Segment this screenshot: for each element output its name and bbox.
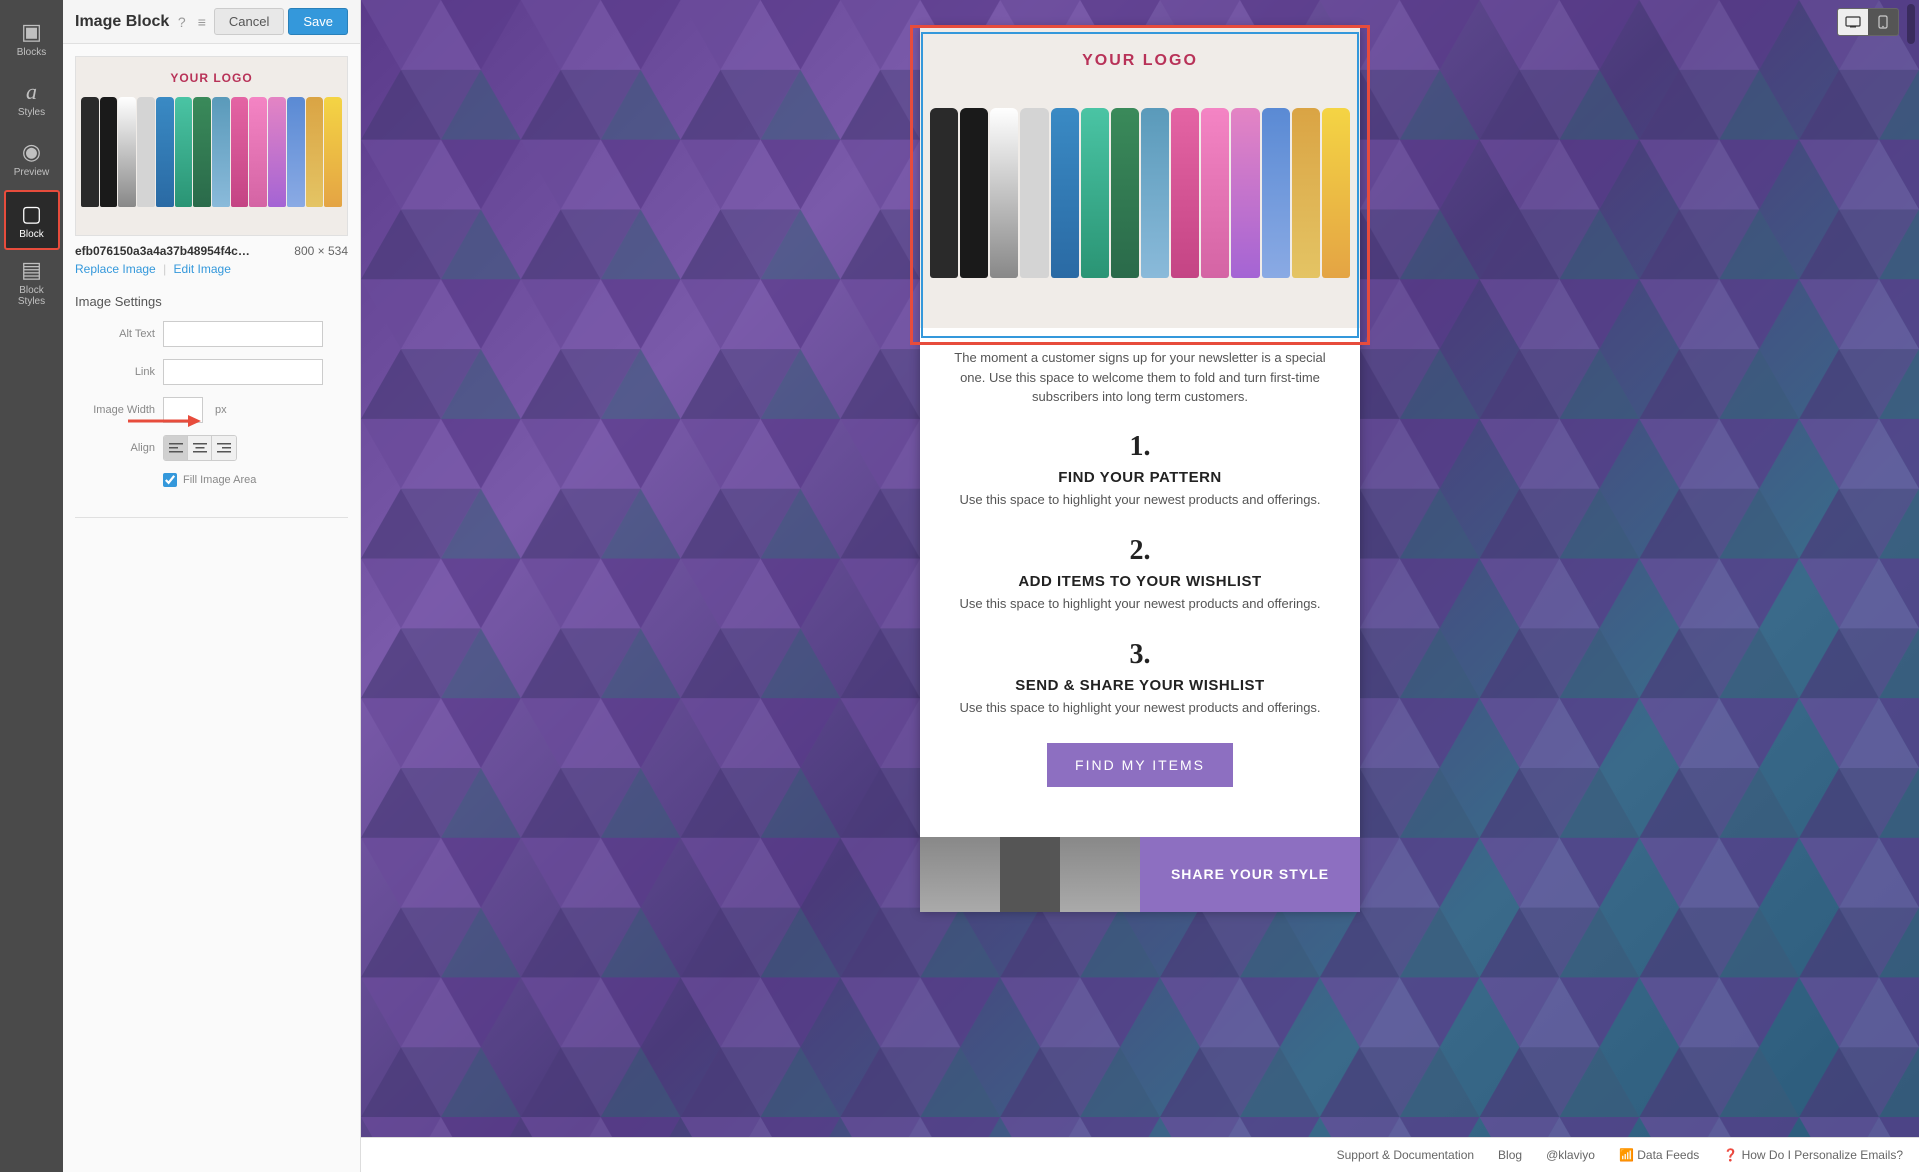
logo-text: YOUR LOGO [1082, 52, 1198, 70]
menu-icon[interactable]: ≡ [194, 14, 210, 30]
twitter-link[interactable]: @klaviyo [1546, 1148, 1595, 1162]
editor-panel: Image Block ? ≡ Cancel Save YOUR LOGO ef… [63, 0, 361, 1172]
preview-image[interactable]: YOUR LOGO [75, 56, 348, 236]
image-dimensions: 800 × 534 [294, 244, 348, 258]
nav-label: Blocks [17, 47, 46, 58]
support-link[interactable]: Support & Documentation [1337, 1148, 1474, 1162]
nav-label: Styles [18, 107, 45, 118]
bottom-section: SHARE YOUR STYLE [920, 837, 1360, 912]
personalize-help-link[interactable]: ❓ How Do I Personalize Emails? [1723, 1148, 1903, 1162]
nav-label: Preview [14, 167, 50, 178]
edit-image-link[interactable]: Edit Image [174, 262, 231, 276]
align-label: Align [75, 442, 155, 454]
email-body: The moment a customer signs up for your … [920, 328, 1360, 817]
align-center-button[interactable] [188, 436, 212, 460]
image-width-input[interactable] [163, 397, 203, 423]
footer-bar: Support & Documentation Blog @klaviyo 📶 … [361, 1137, 1919, 1172]
link-label: Link [75, 366, 155, 378]
help-icon: ❓ [1723, 1148, 1738, 1162]
phone-cases [930, 108, 1350, 278]
desktop-view-button[interactable] [1838, 9, 1868, 35]
bottom-image[interactable] [920, 837, 1140, 912]
device-switcher [1837, 8, 1899, 36]
mobile-view-button[interactable] [1868, 9, 1898, 35]
cta-button[interactable]: FIND MY ITEMS [1047, 743, 1233, 787]
cancel-button[interactable]: Cancel [214, 8, 284, 35]
share-title[interactable]: SHARE YOUR STYLE [1140, 837, 1360, 912]
step-description[interactable]: Use this space to highlight your newest … [940, 492, 1340, 507]
blocks-icon: ▣ [21, 19, 42, 45]
block-icon: ▢ [21, 201, 42, 227]
fill-image-area-label: Fill Image Area [183, 474, 256, 486]
help-icon[interactable]: ? [174, 14, 190, 30]
step-number[interactable]: 3. [940, 639, 1340, 671]
nav-label: Block Styles [18, 285, 45, 307]
nav-preview[interactable]: ◉ Preview [6, 130, 58, 186]
divider [75, 517, 348, 518]
logo-text: YOUR LOGO [170, 71, 252, 85]
phone-cases [81, 97, 342, 207]
nav-label: Block [19, 229, 43, 240]
separator: | [163, 262, 166, 276]
image-id: efb076150a3a4a37b48954f4c6e31bc4 [75, 244, 255, 258]
align-left-button[interactable] [164, 436, 188, 460]
save-button[interactable]: Save [288, 8, 348, 35]
hero-image-block[interactable]: YOUR LOGO [920, 28, 1360, 328]
step-number[interactable]: 2. [940, 535, 1340, 567]
step-title[interactable]: SEND & SHARE YOUR WISHLIST [940, 677, 1340, 694]
image-width-label: Image Width [75, 404, 155, 416]
replace-image-link[interactable]: Replace Image [75, 262, 156, 276]
blog-link[interactable]: Blog [1498, 1148, 1522, 1162]
nav-styles[interactable]: a Styles [6, 70, 58, 126]
canvas-area: YOUR LOGO The moment a customer signs up… [361, 0, 1919, 1137]
styles-icon: a [26, 79, 37, 105]
align-right-button[interactable] [212, 436, 236, 460]
nav-sidebar: ▣ Blocks a Styles ◉ Preview ▢ Block ▤ Bl… [0, 0, 63, 1172]
step-number[interactable]: 1. [940, 431, 1340, 463]
alt-text-label: Alt Text [75, 328, 155, 340]
preview-icon: ◉ [22, 139, 41, 165]
section-heading: Image Settings [75, 294, 348, 309]
panel-body: YOUR LOGO efb076150a3a4a37b48954f4c6e31b… [63, 44, 360, 530]
scrollbar[interactable] [1907, 4, 1915, 44]
step-title[interactable]: ADD ITEMS TO YOUR WISHLIST [940, 573, 1340, 590]
nav-block-styles[interactable]: ▤ Block Styles [6, 254, 58, 310]
step-description[interactable]: Use this space to highlight your newest … [940, 596, 1340, 611]
px-label: px [215, 404, 227, 416]
fill-image-area-checkbox[interactable] [163, 473, 177, 487]
alt-text-input[interactable] [163, 321, 323, 347]
block-styles-icon: ▤ [21, 257, 42, 283]
intro-text[interactable]: The moment a customer signs up for your … [940, 348, 1340, 407]
nav-blocks[interactable]: ▣ Blocks [6, 10, 58, 66]
rss-icon: 📶 [1619, 1148, 1634, 1162]
panel-header: Image Block ? ≡ Cancel Save [63, 0, 360, 44]
panel-title: Image Block [75, 13, 169, 31]
nav-block[interactable]: ▢ Block [4, 190, 60, 250]
align-buttons [163, 435, 237, 461]
data-feeds-link[interactable]: 📶 Data Feeds [1619, 1148, 1699, 1162]
step-title[interactable]: FIND YOUR PATTERN [940, 469, 1340, 486]
email-preview: YOUR LOGO The moment a customer signs up… [920, 28, 1360, 912]
step-description[interactable]: Use this space to highlight your newest … [940, 700, 1340, 715]
link-input[interactable] [163, 359, 323, 385]
